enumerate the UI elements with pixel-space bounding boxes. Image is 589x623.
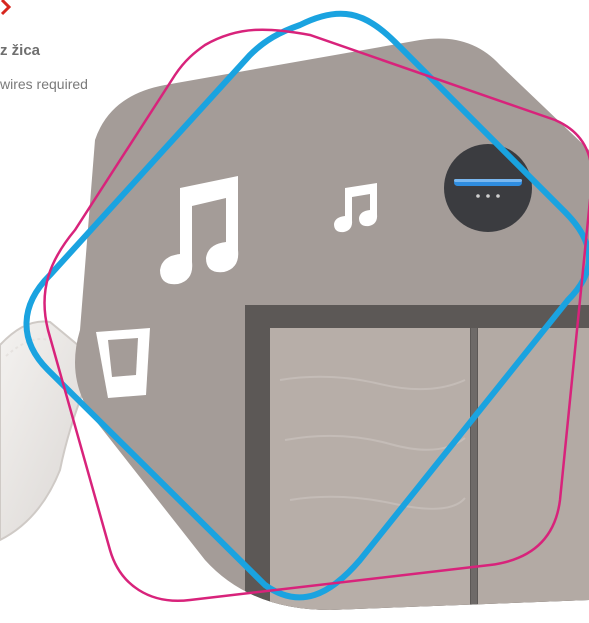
- product-scene: [0, 10, 589, 610]
- wall-background: [75, 38, 589, 610]
- doorbell-speaker-icon: [444, 144, 532, 232]
